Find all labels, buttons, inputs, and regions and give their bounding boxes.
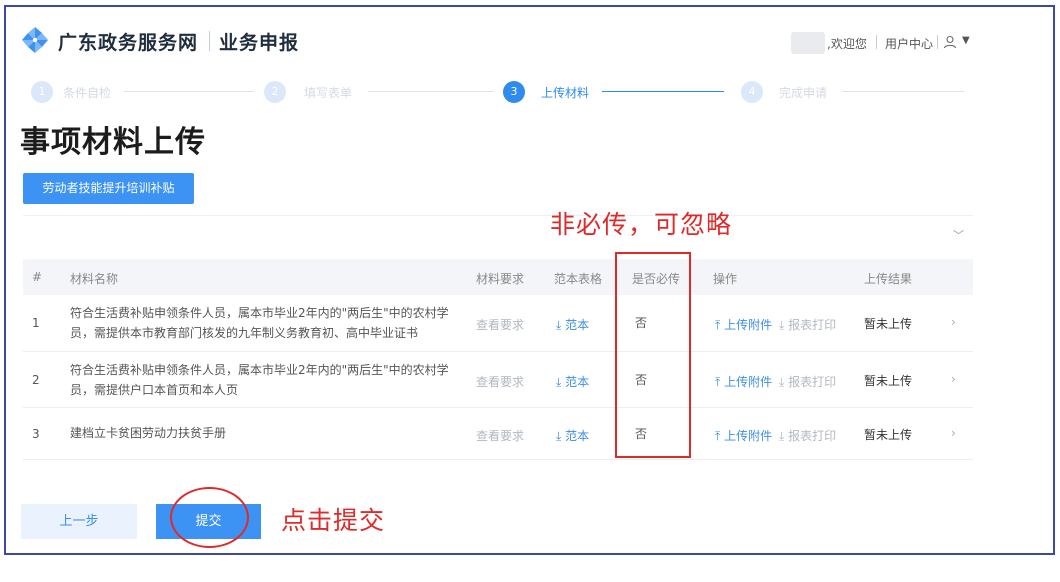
download-icon: ⤓ xyxy=(556,429,566,443)
annotation-highlight-box xyxy=(615,252,691,458)
username-redacted xyxy=(791,32,825,54)
upload-icon: ⤒ xyxy=(715,375,725,389)
column-header-result: 上传结果 xyxy=(864,272,913,286)
table-row: 3 建档立卡贫困劳动力扶贫手册 查看要求 ⤓ 范本 否 ⤒ 上传附件 ⤓ 报表打… xyxy=(23,408,973,460)
upload-icon: ⤒ xyxy=(715,429,725,443)
upload-result: 暂未上传 xyxy=(864,374,913,388)
materials-table: # 材料名称 材料要求 范本表格 是否必传 操作 上传结果 1 符合生活费补贴申… xyxy=(23,259,973,460)
pinwheel-logo-icon[interactable] xyxy=(20,25,50,55)
chevron-right-icon[interactable]: › xyxy=(951,426,956,440)
user-center-link[interactable]: 用户中心 xyxy=(885,35,933,52)
upload-icon: ⤒ xyxy=(715,318,725,332)
download-icon: ⤓ xyxy=(779,318,789,332)
step-connector xyxy=(124,91,254,92)
upload-label: 上传附件 xyxy=(724,429,773,443)
step-label-upload: 上传材料 xyxy=(541,86,590,100)
column-header-index: # xyxy=(32,270,43,284)
tab-training-subsidy[interactable]: 劳动者技能提升培训补贴 xyxy=(23,173,194,204)
header-divider xyxy=(209,31,210,51)
report-print-link[interactable]: ⤓ 报表打印 xyxy=(779,316,836,333)
step-label-form: 填写表单 xyxy=(304,86,353,100)
material-name: 建档立卡贫困劳动力扶贫手册 xyxy=(70,426,227,440)
row-index: 2 xyxy=(32,373,40,387)
progress-stepper: 1 条件自检 2 填写表单 3 上传材料 4 完成申请 xyxy=(6,71,1053,107)
welcome-text: ,欢迎您 xyxy=(827,37,867,51)
material-name: 符合生活费补贴申领条件人员，属本市毕业2年内的"两后生"中的农村学员，需提供户口… xyxy=(70,363,449,397)
print-label: 报表打印 xyxy=(788,318,837,332)
upload-attachment-link[interactable]: ⤒ 上传附件 xyxy=(715,373,772,390)
previous-step-button[interactable]: 上一步 xyxy=(21,504,137,539)
section-title: 业务申报 xyxy=(219,32,300,54)
step-connector xyxy=(368,91,494,92)
column-header-requirement: 材料要求 xyxy=(476,272,525,286)
sample-label: 范本 xyxy=(565,318,590,332)
print-label: 报表打印 xyxy=(788,375,837,389)
upload-attachment-link[interactable]: ⤒ 上传附件 xyxy=(715,427,772,444)
upload-attachment-link[interactable]: ⤒ 上传附件 xyxy=(715,316,772,333)
annotation-submit-note: 点击提交 xyxy=(281,506,386,535)
step-number: 3 xyxy=(503,81,525,103)
print-label: 报表打印 xyxy=(788,429,837,443)
upload-result: 暂未上传 xyxy=(864,428,913,442)
download-icon: ⤓ xyxy=(779,375,789,389)
step-number: 1 xyxy=(31,81,53,103)
step-number: 2 xyxy=(264,81,286,103)
step-label-check: 条件自检 xyxy=(63,86,112,100)
step-connector xyxy=(602,91,724,92)
upload-result: 暂未上传 xyxy=(864,317,913,331)
upload-label: 上传附件 xyxy=(724,375,773,389)
sample-download-link[interactable]: ⤓ 范本 xyxy=(556,316,589,333)
column-header-name: 材料名称 xyxy=(70,272,119,286)
annotation-circle xyxy=(170,487,249,548)
chevron-right-icon[interactable]: › xyxy=(951,372,956,386)
column-header-actions: 操作 xyxy=(713,272,738,286)
upload-label: 上传附件 xyxy=(724,318,773,332)
site-brand[interactable]: 广东政务服务网 xyxy=(58,28,198,55)
section-divider xyxy=(23,215,973,216)
site-header: 广东政务服务网 业务申报 ,欢迎您 用户中心 ▼ xyxy=(6,7,1053,69)
chevron-down-icon[interactable]: ﹀ xyxy=(953,227,964,243)
column-header-sample: 范本表格 xyxy=(554,272,603,286)
sample-download-link[interactable]: ⤓ 范本 xyxy=(556,427,589,444)
report-print-link[interactable]: ⤓ 报表打印 xyxy=(779,373,836,390)
material-name: 符合生活费补贴申领条件人员，属本市毕业2年内的"两后生"中的农村学员，需提供本市… xyxy=(70,306,449,340)
report-print-link[interactable]: ⤓ 报表打印 xyxy=(779,427,836,444)
page-title: 事项材料上传 xyxy=(20,125,206,160)
step-connector xyxy=(842,91,964,92)
step-label-complete: 完成申请 xyxy=(779,86,828,100)
download-icon: ⤓ xyxy=(779,429,789,443)
header-divider xyxy=(876,35,877,49)
row-index: 1 xyxy=(32,316,40,330)
chevron-right-icon[interactable]: › xyxy=(951,315,956,329)
step-number: 4 xyxy=(741,81,763,103)
download-icon: ⤓ xyxy=(556,375,566,389)
table-row: 1 符合生活费补贴申领条件人员，属本市毕业2年内的"两后生"中的农村学员，需提供… xyxy=(23,295,973,352)
download-icon: ⤓ xyxy=(556,318,566,332)
sample-label: 范本 xyxy=(565,429,590,443)
sample-label: 范本 xyxy=(565,375,590,389)
user-icon[interactable] xyxy=(943,35,957,49)
sample-download-link[interactable]: ⤓ 范本 xyxy=(556,373,589,390)
view-requirement-link[interactable]: 查看要求 xyxy=(476,373,524,390)
row-index: 3 xyxy=(32,427,40,441)
browser-frame: 广东政务服务网 业务申报 ,欢迎您 用户中心 ▼ 1 条件自检 2 填写表单 3… xyxy=(4,5,1055,555)
view-requirement-link[interactable]: 查看要求 xyxy=(476,316,524,333)
chevron-down-icon[interactable]: ▼ xyxy=(962,35,970,46)
header-divider xyxy=(937,35,938,49)
annotation-optional-note: 非必传，可忽略 xyxy=(550,210,733,239)
view-requirement-link[interactable]: 查看要求 xyxy=(476,427,524,444)
table-header: # 材料名称 材料要求 范本表格 是否必传 操作 上传结果 xyxy=(23,259,973,295)
table-row: 2 符合生活费补贴申领条件人员，属本市毕业2年内的"两后生"中的农村学员，需提供… xyxy=(23,352,973,408)
